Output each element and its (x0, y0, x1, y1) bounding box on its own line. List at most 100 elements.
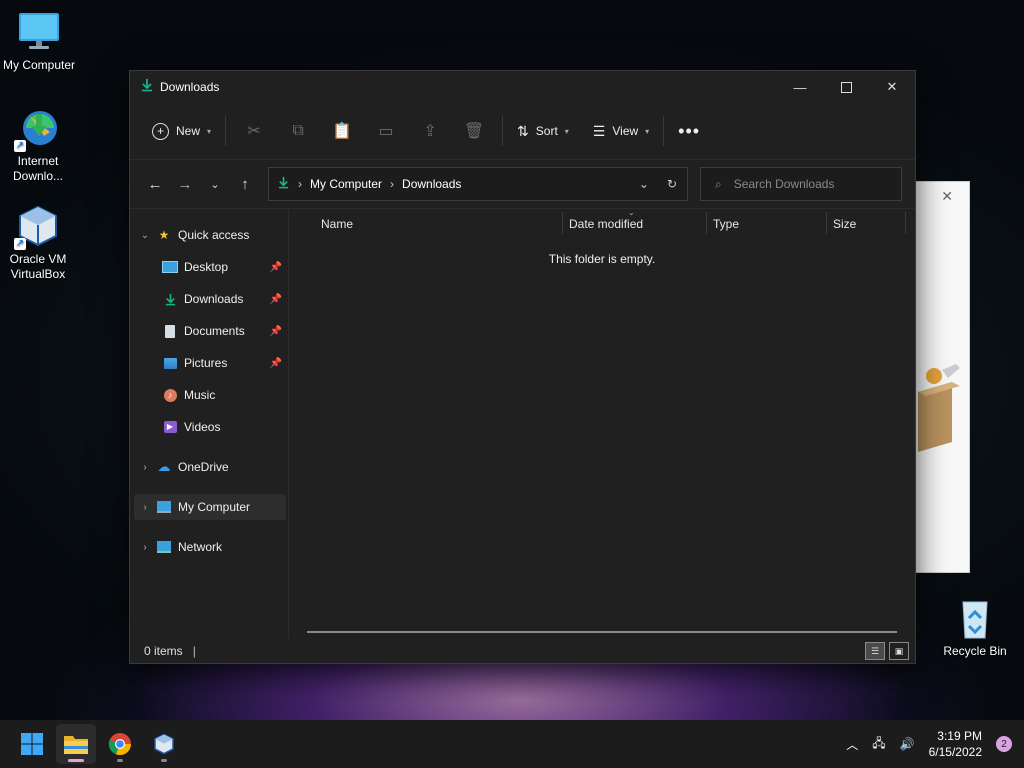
desktop-icon-internet-download-manager[interactable]: ↗ Internet Downlo... (0, 106, 76, 184)
plus-circle-icon: + (152, 122, 169, 140)
start-button[interactable] (12, 724, 52, 764)
forward-button[interactable]: → (170, 169, 200, 199)
details-view-button[interactable]: ☰ (865, 642, 885, 660)
nav-network[interactable]: › Network (134, 534, 286, 560)
download-manager-icon: ↗ (14, 106, 60, 152)
clock[interactable]: 3:19 PM 6/15/2022 (929, 728, 982, 760)
desktop-icon-my-computer[interactable]: My Computer (1, 10, 77, 73)
column-divider[interactable] (562, 212, 563, 234)
column-header-type[interactable]: Type (713, 217, 739, 231)
breadcrumb: › My Computer › Downloads (269, 176, 461, 192)
active-indicator (68, 759, 84, 762)
delete-button[interactable]: 🗑 (452, 114, 496, 148)
nav-item-downloads[interactable]: Downloads 📌 (134, 286, 286, 312)
star-icon: ★ (158, 228, 170, 242)
share-button[interactable]: ⇪ (408, 114, 452, 148)
horizontal-scrollbar[interactable] (307, 631, 897, 633)
navigation-pane[interactable]: ⌄ ★ Quick access Desktop 📌 Downloads 📌 D… (130, 208, 289, 639)
file-list[interactable]: Name ⌄ Date modified Type Size This fold… (289, 208, 915, 639)
column-header-size[interactable]: Size (833, 217, 856, 231)
sort-icon: ⇅ (517, 122, 529, 139)
document-icon (162, 324, 178, 338)
nav-onedrive[interactable]: › ☁ OneDrive (134, 454, 286, 480)
up-button[interactable]: ↑ (230, 169, 260, 199)
notification-badge[interactable]: 2 (996, 736, 1012, 752)
pin-icon: 📌 (269, 325, 282, 337)
maximize-button[interactable] (823, 72, 869, 102)
more-options-button[interactable]: ••• (670, 114, 708, 148)
title-bar[interactable]: Downloads — ✕ (130, 71, 915, 103)
recycle-bin-icon (953, 596, 997, 640)
taskbar-virtualbox[interactable] (144, 724, 184, 764)
search-box[interactable]: ⌕ Search Downloads (700, 167, 902, 201)
rename-button[interactable]: ▭ (364, 114, 408, 148)
arrow-right-icon: → (177, 175, 193, 193)
chevron-down-icon[interactable]: ⌄ (134, 230, 156, 241)
copy-button[interactable]: ⧉ (276, 114, 320, 148)
close-icon[interactable]: ✕ (941, 188, 953, 205)
nav-item-music[interactable]: ♪ Music (134, 382, 286, 408)
nav-item-documents[interactable]: Documents 📌 (134, 318, 286, 344)
column-divider[interactable] (905, 212, 906, 234)
chevron-right-icon[interactable]: › (134, 462, 156, 473)
network-status-icon[interactable]: 🖧 (872, 734, 885, 755)
chevron-right-icon[interactable]: › (134, 502, 156, 513)
taskbar-file-explorer[interactable] (56, 724, 96, 764)
taskbar: ︿ 🖧 🔊 3:19 PM 6/15/2022 2 (0, 720, 1024, 768)
column-header-name[interactable]: Name (321, 217, 353, 231)
search-icon: ⌕ (715, 176, 722, 191)
nav-label: OneDrive (178, 460, 229, 474)
music-icon: ♪ (162, 388, 178, 402)
sort-button[interactable]: ⇅ Sort ▾ (509, 114, 577, 148)
address-history-button[interactable]: ⌄ (639, 177, 649, 191)
nav-my-computer[interactable]: › My Computer (134, 494, 286, 520)
rename-icon: ▭ (378, 123, 394, 140)
chrome-icon (108, 733, 132, 756)
nav-item-pictures[interactable]: Pictures 📌 (134, 350, 286, 376)
ellipsis-icon: ••• (678, 120, 701, 141)
nav-item-desktop[interactable]: Desktop 📌 (134, 254, 286, 280)
copy-icon: ⧉ (292, 122, 304, 139)
file-explorer-window[interactable]: Downloads — ✕ + New ▾ ✂ ⧉ 📋 ▭ ⇪ 🗑 ⇅ Sort… (129, 70, 916, 664)
chevron-right-icon[interactable]: › (134, 542, 156, 553)
column-header-date-modified[interactable]: Date modified (569, 217, 643, 231)
pictures-icon (162, 356, 178, 370)
close-button[interactable]: ✕ (869, 72, 915, 102)
breadcrumb-item[interactable]: Downloads (402, 177, 461, 191)
search-input[interactable]: Search Downloads (734, 177, 835, 191)
scissors-icon: ✂ (247, 123, 261, 140)
system-tray: ︿ 🖧 🔊 3:19 PM 6/15/2022 2 (846, 728, 1024, 760)
address-bar[interactable]: › My Computer › Downloads ⌄ ↻ (268, 167, 688, 201)
minimize-button[interactable]: — (777, 72, 823, 102)
arrow-up-icon: ↑ (241, 175, 249, 193)
taskbar-chrome[interactable] (100, 724, 140, 764)
show-hidden-icons-button[interactable]: ︿ (846, 736, 858, 753)
breadcrumb-item[interactable]: My Computer (310, 177, 382, 191)
desktop-icon-recycle-bin[interactable]: Recycle Bin (937, 596, 1013, 659)
volume-icon[interactable]: 🔊 (900, 737, 915, 751)
nav-label: Pictures (184, 356, 228, 370)
videos-icon: ▶ (162, 420, 178, 434)
large-icons-view-button[interactable]: ▣ (889, 642, 909, 660)
shortcut-arrow-icon: ↗ (14, 140, 26, 152)
virtualbox-icon: ↗ (14, 204, 60, 250)
nav-label: Downloads (184, 292, 244, 306)
refresh-button[interactable]: ↻ (667, 177, 677, 191)
nav-label: Documents (184, 324, 245, 338)
monitor-icon (156, 500, 172, 514)
column-divider[interactable] (826, 212, 827, 234)
nav-quick-access[interactable]: ⌄ ★ Quick access (134, 222, 286, 248)
download-arrow-icon (162, 292, 178, 306)
back-button[interactable]: ← (140, 169, 170, 199)
cut-button[interactable]: ✂ (232, 114, 276, 148)
nav-item-videos[interactable]: ▶ Videos (134, 414, 286, 440)
paste-button[interactable]: 📋 (320, 114, 364, 148)
command-bar: + New ▾ ✂ ⧉ 📋 ▭ ⇪ 🗑 ⇅ Sort ▾ ☰ View ▾ ••… (130, 103, 915, 160)
recent-locations-button[interactable]: ⌄ (200, 169, 230, 199)
view-button[interactable]: ☰ View ▾ (585, 114, 657, 148)
desktop-icon-virtualbox[interactable]: ↗ Oracle VM VirtualBox (0, 204, 76, 282)
column-divider[interactable] (706, 212, 707, 234)
running-indicator (117, 759, 123, 762)
sort-indicator-icon: ⌄ (628, 208, 635, 217)
new-button[interactable]: + New ▾ (144, 114, 219, 148)
